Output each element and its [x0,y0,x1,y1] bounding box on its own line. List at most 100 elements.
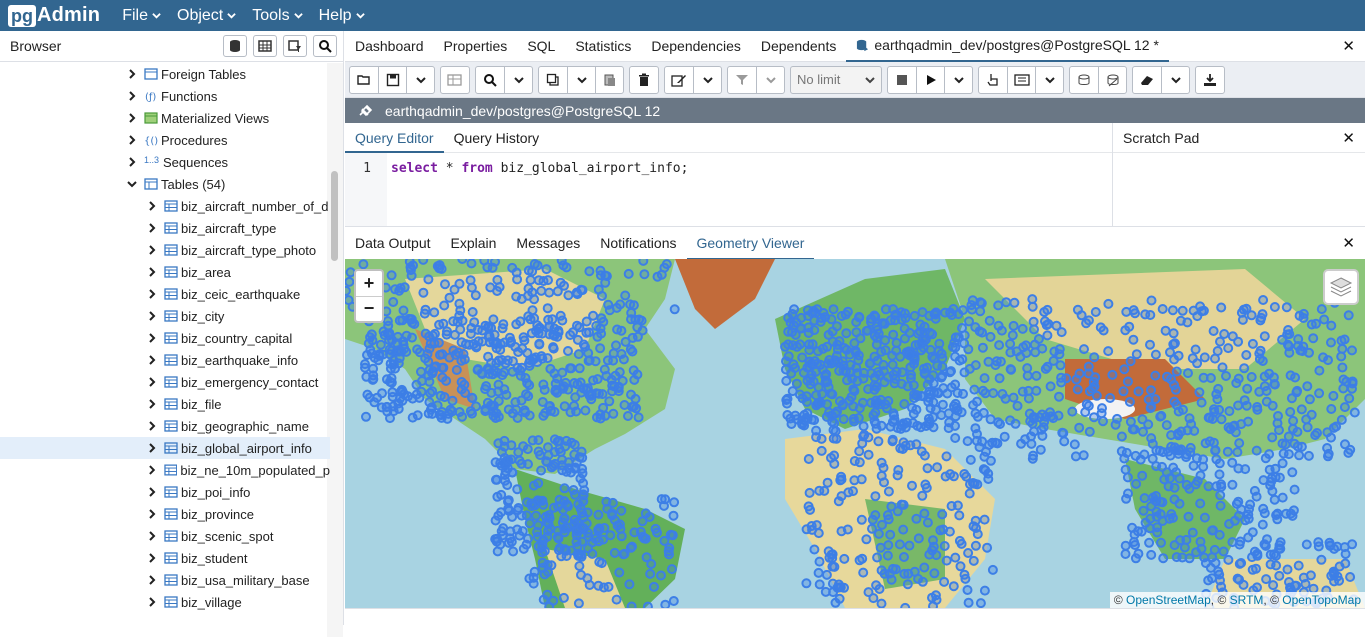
airport-point[interactable] [495,458,506,469]
find-button[interactable] [476,67,504,93]
airport-point[interactable] [496,507,506,518]
tree-item[interactable]: biz_student [0,547,330,569]
airport-point[interactable] [429,307,440,318]
airport-point[interactable] [848,486,858,497]
airport-point[interactable] [783,312,794,323]
airport-point[interactable] [1017,386,1028,397]
airport-point[interactable] [488,406,499,417]
airport-point[interactable] [892,470,903,481]
airport-point[interactable] [1196,397,1207,408]
airport-point[interactable] [440,279,450,290]
airport-point[interactable] [429,328,440,339]
airport-point[interactable] [1344,393,1355,404]
tree-item[interactable]: biz_ne_10m_populated_p [0,459,330,481]
airport-point[interactable] [1336,335,1347,346]
airport-point[interactable] [361,371,372,382]
airport-point[interactable] [1216,302,1227,313]
tree-item[interactable]: biz_village [0,591,330,613]
airport-point[interactable] [991,356,1002,367]
airport-point[interactable] [644,512,655,522]
airport-point[interactable] [1215,575,1225,586]
airport-point[interactable] [929,568,940,579]
airport-point[interactable] [823,546,834,557]
airport-point[interactable] [1284,577,1294,587]
airport-point[interactable] [820,371,831,382]
airport-point[interactable] [563,290,574,301]
airport-point[interactable] [962,436,973,447]
airport-point[interactable] [1338,374,1349,385]
airport-point[interactable] [795,323,806,333]
airport-point[interactable] [1069,439,1080,450]
airport-point[interactable] [985,414,996,425]
airport-point[interactable] [624,579,635,590]
airport-point[interactable] [948,471,959,482]
tree-item[interactable]: biz_ceic_earthquake [0,283,330,305]
airport-point[interactable] [1146,549,1157,560]
stop-button[interactable] [888,67,916,93]
airport-point[interactable] [878,462,889,473]
airport-point[interactable] [919,327,930,338]
airport-point[interactable] [493,396,504,406]
airport-point[interactable] [423,356,434,367]
airport-point[interactable] [1138,426,1148,437]
airport-point[interactable] [970,408,981,419]
airport-point[interactable] [1107,369,1118,380]
airport-point[interactable] [1173,350,1184,361]
airport-point[interactable] [1165,450,1176,461]
airport-point[interactable] [645,568,656,579]
airport-point[interactable] [664,549,674,560]
airport-point[interactable] [1157,304,1168,314]
chevron-right-icon[interactable] [146,574,158,586]
airport-point[interactable] [848,401,859,412]
airport-point[interactable] [838,399,848,410]
tree-item[interactable]: biz_aircraft_type [0,217,330,239]
airport-point[interactable] [1146,433,1157,444]
airport-point[interactable] [830,597,841,608]
airport-point[interactable] [1184,483,1195,494]
airport-point[interactable] [1195,536,1206,547]
airport-point[interactable] [1000,393,1011,404]
airport-point[interactable] [558,260,569,271]
airport-point[interactable] [1316,554,1327,565]
airport-point[interactable] [492,286,503,296]
airport-point[interactable] [815,316,826,327]
tree-item[interactable]: biz_usa_military_base [0,569,330,591]
tree-item[interactable]: biz_province [0,503,330,525]
airport-point[interactable] [1137,414,1148,425]
airport-point[interactable] [1233,496,1244,507]
airport-point[interactable] [546,560,557,571]
airport-point[interactable] [508,546,519,557]
airport-point[interactable] [1243,532,1254,543]
chevron-right-icon[interactable] [146,376,158,388]
airport-point[interactable] [960,573,971,584]
airport-point[interactable] [1339,542,1350,553]
open-file-button[interactable] [350,67,378,93]
edit-button[interactable] [665,67,693,93]
close-tab-icon[interactable]: ✕ [1342,37,1355,55]
airport-point[interactable] [459,379,470,390]
airport-point[interactable] [1168,328,1179,339]
airport-point[interactable] [932,462,943,473]
airport-point[interactable] [1282,564,1293,575]
tree-item[interactable]: biz_file [0,393,330,415]
airport-point[interactable] [922,463,933,474]
airport-point[interactable] [1175,535,1186,546]
airport-point[interactable] [828,425,839,435]
airport-point[interactable] [876,598,887,608]
airport-point[interactable] [919,363,929,374]
airport-point[interactable] [513,447,524,458]
airport-point[interactable] [1105,393,1116,403]
airport-point[interactable] [480,320,491,331]
airport-point[interactable] [1207,525,1218,536]
airport-point[interactable] [497,323,508,334]
airport-point[interactable] [1195,470,1206,481]
airport-point[interactable] [1150,349,1161,360]
airport-point[interactable] [861,325,872,336]
airport-point[interactable] [899,552,909,562]
chevron-right-icon[interactable] [146,310,158,322]
airport-point[interactable] [891,337,902,348]
airport-point[interactable] [1122,376,1133,387]
airport-point[interactable] [1083,315,1094,326]
explain-options-dropdown[interactable] [1035,66,1063,93]
airport-point[interactable] [611,594,622,605]
